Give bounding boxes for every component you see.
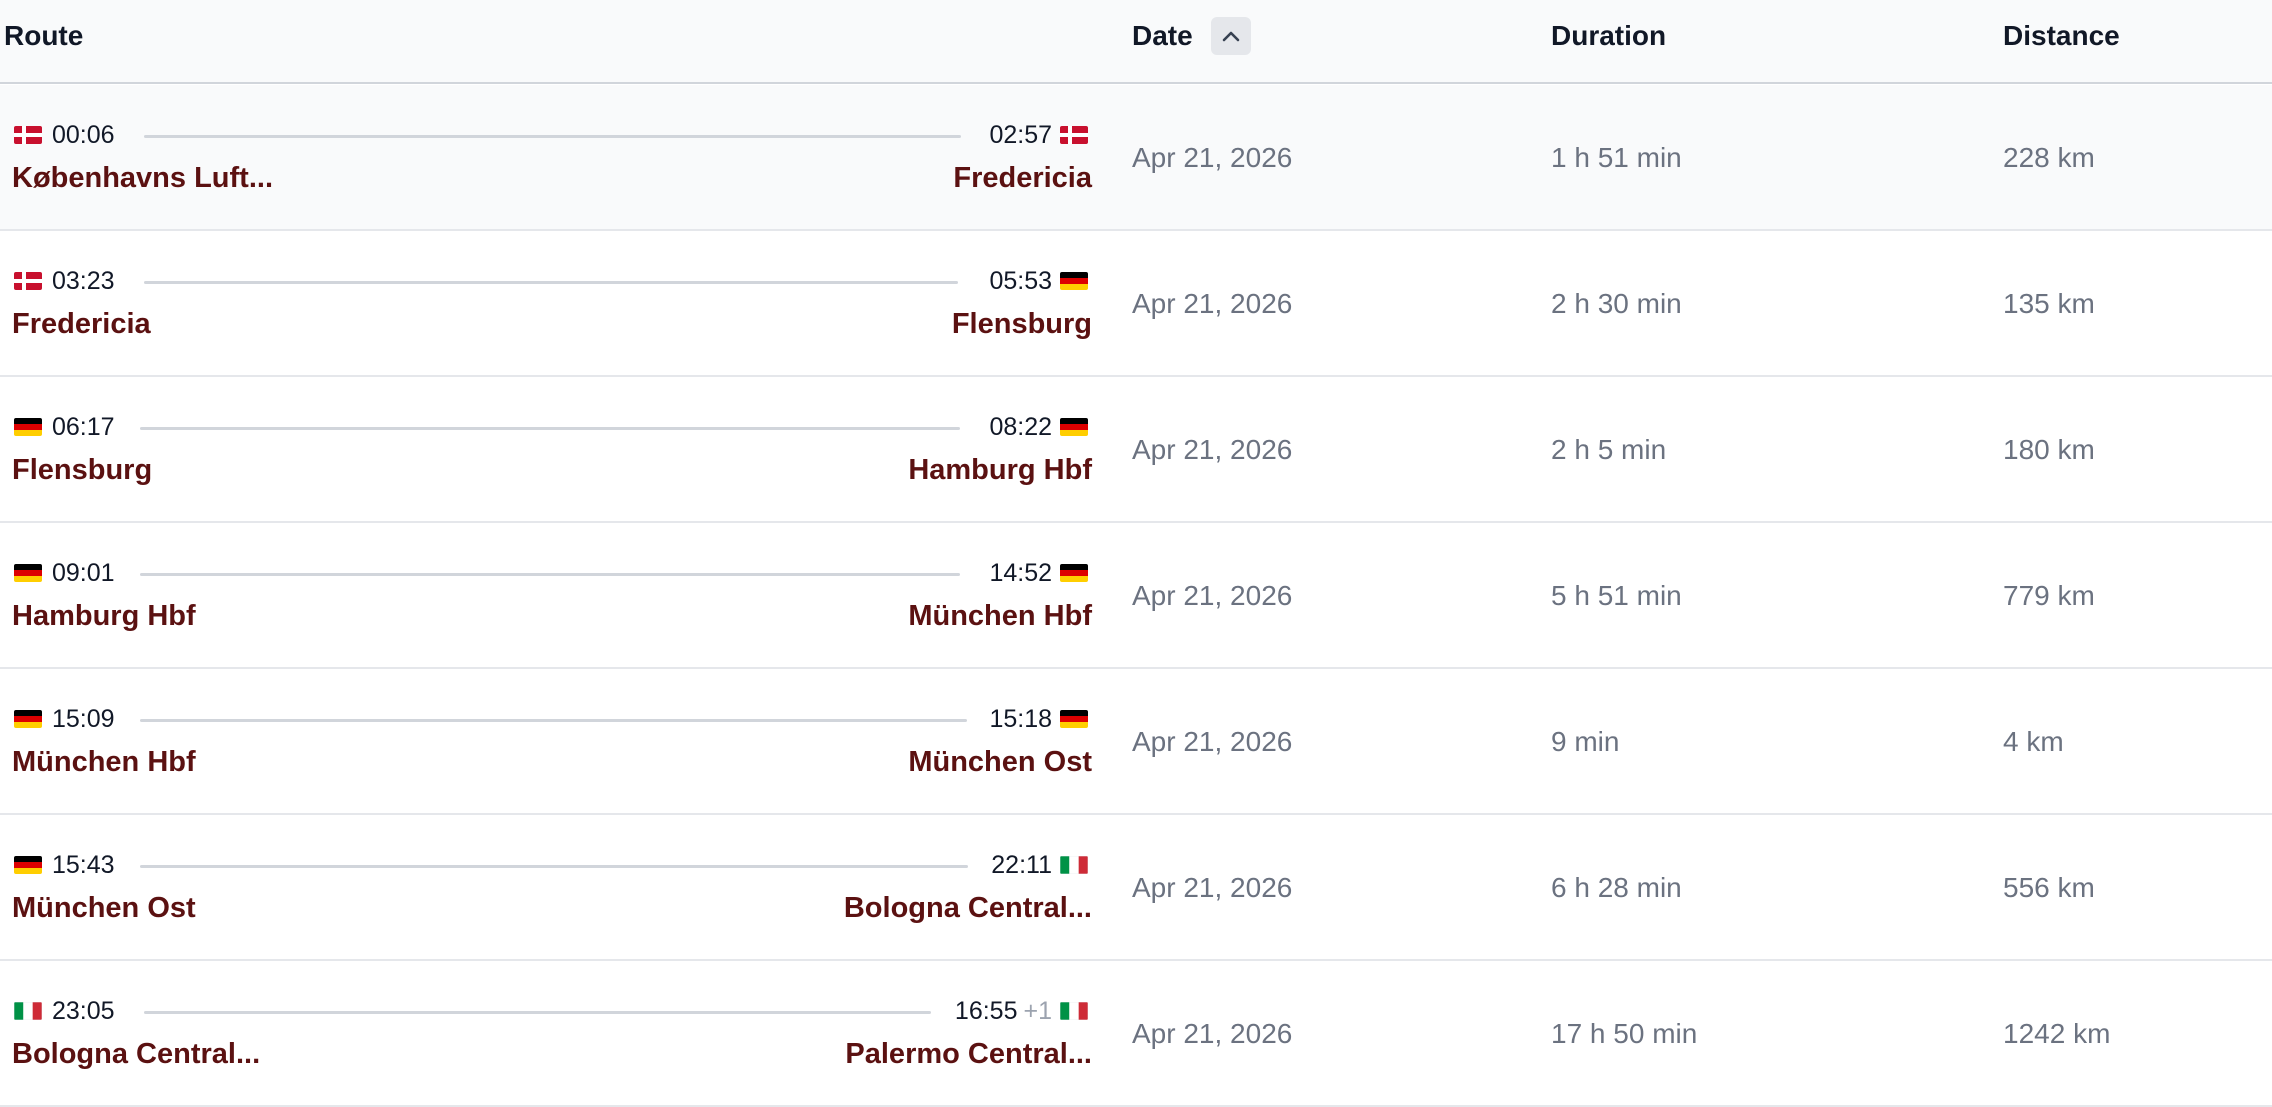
- table-header: Route Date Duration Distance: [0, 0, 2272, 84]
- route-line: [140, 427, 960, 430]
- date-cell: Apr 21, 2026: [1132, 434, 1293, 465]
- column-header-route[interactable]: Route: [4, 0, 83, 72]
- column-header-duration[interactable]: Duration: [1551, 0, 1666, 72]
- arrival-time-group: 14:52: [989, 556, 1052, 590]
- date-cell: Apr 21, 2026: [1132, 872, 1293, 903]
- arrival-time: 15:18: [989, 705, 1052, 733]
- table-row[interactable]: 09:01 14:52 Hamburg Hbf München Hbf Apr …: [0, 523, 2272, 669]
- arrival-time-group: 16:55 +1: [955, 994, 1052, 1028]
- date-cell: Apr 21, 2026: [1132, 288, 1293, 319]
- germany-flag-icon: [14, 418, 42, 436]
- arrival-station: Flensburg: [951, 308, 1092, 340]
- germany-flag-icon: [1060, 710, 1088, 728]
- distance-cell: 135 km: [2003, 288, 2095, 319]
- departure-time: 03:23: [52, 267, 115, 295]
- arrival-time-group: 02:57: [989, 118, 1052, 152]
- denmark-flag-icon: [14, 272, 42, 290]
- date-cell: Apr 21, 2026: [1132, 142, 1293, 173]
- distance-cell: 180 km: [2003, 434, 2095, 465]
- journey-table: Route Date Duration Distance 00:06 02:57…: [0, 0, 2272, 1107]
- arrival-time: 05:53: [989, 267, 1052, 295]
- germany-flag-icon: [14, 856, 42, 874]
- table-row[interactable]: 15:09 15:18 München Hbf München Ost Apr …: [0, 669, 2272, 815]
- departure-station: Bologna Central...: [12, 1038, 261, 1070]
- duration-cell: 2 h 5 min: [1551, 434, 1667, 465]
- arrival-station: Palermo Central...: [845, 1038, 1092, 1070]
- departure-time: 23:05: [52, 997, 115, 1025]
- column-header-date-label: Date: [1132, 20, 1193, 51]
- denmark-flag-icon: [14, 126, 42, 144]
- route-line: [144, 135, 961, 138]
- arrival-time: 16:55: [954, 997, 1018, 1025]
- italy-flag-icon: [14, 1002, 42, 1020]
- duration-cell: 2 h 30 min: [1551, 288, 1682, 319]
- departure-station: Hamburg Hbf: [12, 600, 196, 632]
- date-cell: Apr 21, 2026: [1132, 726, 1293, 757]
- germany-flag-icon: [1060, 272, 1088, 290]
- table-row[interactable]: 03:23 05:53 Fredericia Flensburg Apr 21,…: [0, 231, 2272, 377]
- distance-cell: 4 km: [2003, 726, 2064, 757]
- sort-ascending-button[interactable]: [1210, 17, 1251, 55]
- route-line: [144, 281, 958, 284]
- duration-cell: 6 h 28 min: [1551, 872, 1682, 903]
- arrival-time-group: 08:22: [989, 410, 1052, 444]
- distance-cell: 228 km: [2003, 142, 2095, 173]
- arrival-station: Bologna Central...: [843, 892, 1092, 924]
- arrival-time: 08:22: [989, 413, 1052, 441]
- arrival-station: München Hbf: [908, 600, 1092, 632]
- germany-flag-icon: [1060, 564, 1088, 582]
- duration-cell: 5 h 51 min: [1551, 580, 1682, 611]
- arrival-time: 02:57: [989, 121, 1052, 149]
- arrival-time: 14:52: [989, 559, 1052, 587]
- departure-station: Københavns Luft...: [12, 162, 273, 194]
- column-header-date[interactable]: Date: [1132, 0, 1251, 72]
- route-line: [140, 865, 968, 868]
- arrival-time-group: 22:11: [991, 848, 1052, 882]
- distance-cell: 556 km: [2003, 872, 2095, 903]
- departure-time: 00:06: [52, 121, 115, 149]
- distance-cell: 779 km: [2003, 580, 2095, 611]
- table-row[interactable]: 23:05 16:55 +1 Bologna Central... Palermo…: [0, 961, 2272, 1107]
- distance-cell: 1242 km: [2003, 1018, 2111, 1049]
- duration-cell: 1 h 51 min: [1551, 142, 1682, 173]
- departure-station: München Hbf: [12, 746, 196, 778]
- arrival-station: Fredericia: [953, 162, 1092, 194]
- table-row[interactable]: 00:06 02:57 Københavns Luft... Frederici…: [0, 85, 2272, 231]
- italy-flag-icon: [1060, 1002, 1088, 1020]
- table-row[interactable]: 06:17 08:22 Flensburg Hamburg Hbf Apr 21…: [0, 377, 2272, 523]
- denmark-flag-icon: [1060, 126, 1088, 144]
- date-cell: Apr 21, 2026: [1132, 1018, 1293, 1049]
- departure-station: München Ost: [12, 892, 196, 924]
- date-cell: Apr 21, 2026: [1132, 580, 1293, 611]
- germany-flag-icon: [1060, 418, 1088, 436]
- route-line: [140, 573, 960, 576]
- germany-flag-icon: [14, 564, 42, 582]
- route-line: [144, 1011, 931, 1014]
- table-row[interactable]: 15:43 22:11 München Ost Bologna Central.…: [0, 815, 2272, 961]
- departure-time: 15:43: [52, 851, 115, 879]
- germany-flag-icon: [14, 710, 42, 728]
- departure-time: 09:01: [52, 559, 115, 587]
- departure-time: 15:09: [52, 705, 115, 733]
- departure-station: Fredericia: [12, 308, 151, 340]
- arrival-station: München Ost: [908, 746, 1092, 778]
- route-line: [140, 719, 967, 722]
- arrival-time: 22:11: [991, 851, 1052, 879]
- duration-cell: 17 h 50 min: [1551, 1018, 1698, 1049]
- duration-cell: 9 min: [1551, 726, 1620, 757]
- arrival-station: Hamburg Hbf: [908, 454, 1092, 486]
- arrival-time-group: 05:53: [989, 264, 1052, 298]
- departure-time: 06:17: [52, 413, 115, 441]
- arrival-time-group: 15:18: [989, 702, 1052, 736]
- italy-flag-icon: [1060, 856, 1088, 874]
- chevron-up-icon: [1222, 31, 1240, 42]
- departure-station: Flensburg: [12, 454, 153, 486]
- column-header-distance[interactable]: Distance: [2003, 0, 2120, 72]
- day-offset: +1: [1023, 997, 1052, 1025]
